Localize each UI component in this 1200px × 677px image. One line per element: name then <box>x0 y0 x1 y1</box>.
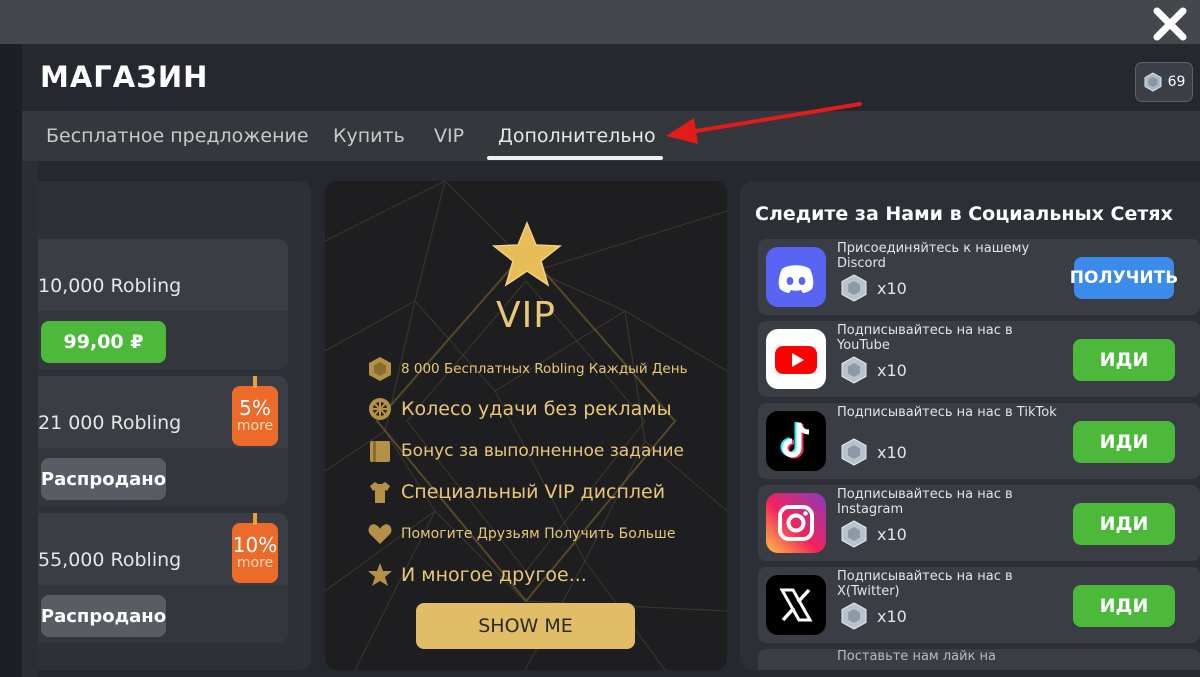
buy-price-button[interactable]: 99,00 ₽ <box>41 321 166 363</box>
discount-percent: 10% <box>232 533 278 557</box>
vip-feature-text: Колесо удачи без рекламы <box>401 398 672 420</box>
vip-feature: И многое другое... <box>367 562 587 588</box>
robling-gem-icon <box>841 438 867 466</box>
currency-amount: 69 <box>1167 74 1186 90</box>
discount-more: more <box>236 418 274 434</box>
left-edge-strip <box>22 161 38 677</box>
reward: x10 <box>841 602 907 630</box>
offer-card: 55,000 Robling 10% more Распродано <box>38 513 288 643</box>
social-text: Подписывайтесь на нас в X(Twitter) <box>837 569 1013 599</box>
vip-feature-text: И многое другое... <box>401 564 587 586</box>
reward: x10 <box>841 274 907 302</box>
vip-feature-text: Бонус за выполненное задание <box>401 441 684 461</box>
social-row-youtube: Подписывайтесь на нас в YouTube x10 ИДИ <box>758 321 1200 397</box>
reward: x10 <box>841 356 907 384</box>
tab-bar: Бесплатное предложение Купить VIP Дополн… <box>22 111 1200 161</box>
tiktok-icon <box>766 411 826 471</box>
book-icon <box>367 438 393 464</box>
vip-feature: Бонус за выполненное задание <box>367 438 684 464</box>
social-row-x-twitter: Подписывайтесь на нас в X(Twitter) x10 И… <box>758 567 1200 643</box>
social-panel: Следите за Нами в Социальных Сетях Присо… <box>740 181 1200 670</box>
shirt-icon <box>367 479 393 505</box>
discord-icon <box>766 247 826 307</box>
discount-percent: 5% <box>239 396 271 420</box>
social-text: Подписывайтесь на нас в TikTok <box>837 405 1057 420</box>
go-button[interactable]: ИДИ <box>1073 339 1175 381</box>
social-text: Подписывайтесь на нас в Instagram <box>837 487 1013 517</box>
active-tab-indicator <box>487 156 663 160</box>
vip-feature: 8 000 Бесплатных Robling Каждый День <box>367 356 688 382</box>
sold-out-button[interactable]: Распродано <box>41 595 166 637</box>
reward-amount: x10 <box>877 360 907 380</box>
tab-additional[interactable]: Дополнительно <box>498 125 656 147</box>
reward-amount: x10 <box>877 524 907 544</box>
go-button[interactable]: ИДИ <box>1073 503 1175 545</box>
page-title: МАГАЗИН <box>40 60 209 94</box>
vip-feature: Помогите Друзьям Получить Больше <box>367 521 675 547</box>
sold-out-button[interactable]: Распродано <box>41 458 166 500</box>
vip-card: VIP 8 000 Бесплатных Robling Каждый День… <box>325 181 727 670</box>
robling-gem-icon <box>1144 72 1162 92</box>
offer-amount: 55,000 Robling <box>38 549 182 571</box>
tab-vip[interactable]: VIP <box>434 125 464 147</box>
go-button[interactable]: ИДИ <box>1073 421 1175 463</box>
vip-feature-text: Помогите Друзьям Получить Больше <box>401 526 676 542</box>
star-icon <box>367 562 393 588</box>
vip-feature-text: 8 000 Бесплатных Robling Каждый День <box>401 361 688 377</box>
social-row-tiktok: Подписывайтесь на нас в TikTok x10 ИДИ <box>758 403 1200 479</box>
vip-feature: Колесо удачи без рекламы <box>367 396 672 422</box>
get-reward-button[interactable]: ПОЛУЧИТЬ <box>1070 257 1178 299</box>
vip-feature-text: Специальный VIP дисплей <box>401 481 666 503</box>
x-twitter-icon <box>766 575 826 635</box>
offer-amount: 21 000 Robling <box>38 412 182 434</box>
heart-icon <box>367 521 393 547</box>
social-row-partial: Поставьте нам лайк на <box>758 649 1200 670</box>
tab-buy[interactable]: Купить <box>333 125 405 147</box>
red-annotation-arrow <box>666 102 862 144</box>
show-me-button[interactable]: SHOW ME <box>416 603 635 649</box>
offer-card: 10,000 Robling 99,00 ₽ <box>38 239 288 369</box>
tab-free-offer[interactable]: Бесплатное предложение <box>46 125 309 147</box>
close-icon <box>1153 7 1187 41</box>
top-bar <box>0 0 1200 44</box>
reward: x10 <box>841 520 907 548</box>
social-text: Подписывайтесь на нас в YouTube <box>837 323 1013 353</box>
instagram-icon <box>766 493 826 553</box>
reward-amount: x10 <box>877 442 907 462</box>
vip-feature: Специальный VIP дисплей <box>367 479 665 505</box>
reward-amount: x10 <box>877 606 907 626</box>
discount-tag: 10% more <box>232 513 278 583</box>
hexagon-coin-icon <box>367 356 393 382</box>
robling-gem-icon <box>841 520 867 548</box>
robling-gem-icon <box>841 274 867 302</box>
social-text: Присоединяйтесь к нашему Discord <box>837 241 1030 271</box>
youtube-icon <box>766 329 826 389</box>
vip-star-icon <box>491 221 563 287</box>
robling-gem-icon <box>841 602 867 630</box>
go-button[interactable]: ИДИ <box>1073 585 1175 627</box>
close-button[interactable] <box>1150 4 1190 44</box>
reward: x10 <box>841 438 907 466</box>
social-row-discord: Присоединяйтесь к нашему Discord x10 ПОЛ… <box>758 239 1200 315</box>
wheel-icon <box>367 396 393 422</box>
vip-title: VIP <box>496 295 556 336</box>
offer-amount: 10,000 Robling <box>38 275 182 297</box>
offer-card: 21 000 Robling 5% more Распродано <box>38 376 288 506</box>
reward-amount: x10 <box>877 278 907 298</box>
robling-offers-column: 10,000 Robling 99,00 ₽ 21 000 Robling 5%… <box>38 181 311 670</box>
social-title: Следите за Нами в Социальных Сетях <box>755 203 1173 225</box>
discount-tag: 5% more <box>232 376 278 446</box>
currency-balance[interactable]: 69 <box>1135 62 1193 102</box>
discount-more: more <box>236 555 274 571</box>
social-text: Поставьте нам лайк на <box>837 649 997 664</box>
robling-gem-icon <box>841 356 867 384</box>
social-row-instagram: Подписывайтесь на нас в Instagram x10 ИД… <box>758 485 1200 561</box>
